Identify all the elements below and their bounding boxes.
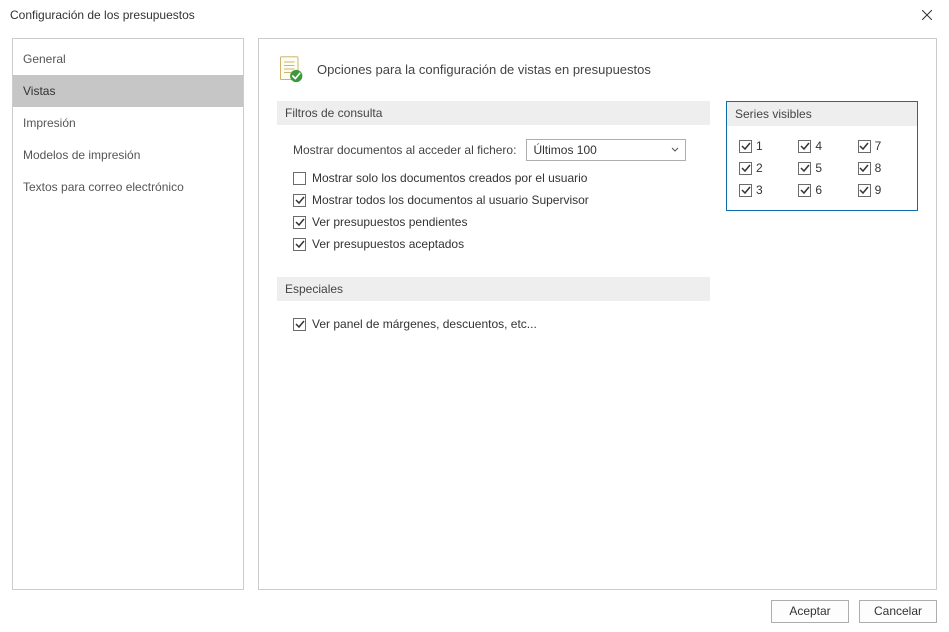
filter-check-3[interactable]: Ver presupuestos aceptados — [277, 233, 710, 255]
sidebar-item-impresion[interactable]: Impresión — [13, 107, 243, 139]
series-check-1[interactable]: 1 — [739, 136, 786, 156]
checkbox[interactable] — [858, 184, 871, 197]
sidebar-item-label: Textos para correo electrónico — [23, 180, 184, 194]
show-docs-row: Mostrar documentos al acceder al fichero… — [277, 137, 710, 167]
titlebar: Configuración de los presupuestos — [0, 0, 949, 30]
checkbox[interactable] — [739, 184, 752, 197]
series-grid: 1 4 7 2 5 — [727, 136, 917, 200]
checkbox[interactable] — [739, 162, 752, 175]
sidebar-item-label: Modelos de impresión — [23, 148, 140, 162]
section-filtros: Filtros de consulta — [277, 101, 710, 125]
checkbox[interactable] — [798, 140, 811, 153]
content-header: Opciones para la configuración de vistas… — [277, 51, 918, 83]
sidebar-item-label: Impresión — [23, 116, 76, 130]
checkbox[interactable] — [798, 162, 811, 175]
series-check-9[interactable]: 9 — [858, 180, 905, 200]
checkbox-label: Ver panel de márgenes, descuentos, etc..… — [312, 315, 537, 333]
show-docs-select[interactable]: Últimos 100 — [526, 139, 686, 161]
dialog-body: General Vistas Impresión Modelos de impr… — [0, 30, 949, 590]
checkbox-label: Mostrar solo los documentos creados por … — [312, 169, 587, 187]
button-label: Cancelar — [874, 604, 922, 618]
button-label: Aceptar — [789, 604, 830, 618]
checkbox[interactable] — [293, 172, 306, 185]
series-label: 6 — [815, 183, 822, 197]
document-settings-icon — [277, 55, 305, 83]
series-label: 1 — [756, 139, 763, 153]
series-check-8[interactable]: 8 — [858, 158, 905, 178]
sidebar-item-general[interactable]: General — [13, 43, 243, 75]
series-check-4[interactable]: 4 — [798, 136, 845, 156]
checkbox[interactable] — [858, 140, 871, 153]
series-panel: Series visibles 1 4 7 — [726, 101, 918, 211]
accept-button[interactable]: Aceptar — [771, 600, 849, 623]
series-label: 9 — [875, 183, 882, 197]
close-icon — [922, 10, 932, 20]
series-label: 8 — [875, 161, 882, 175]
sidebar-item-label: General — [23, 52, 66, 66]
content-left: Filtros de consulta Mostrar documentos a… — [277, 101, 710, 335]
checkbox[interactable] — [798, 184, 811, 197]
filter-check-2[interactable]: Ver presupuestos pendientes — [277, 211, 710, 233]
sidebar: General Vistas Impresión Modelos de impr… — [12, 38, 244, 590]
sidebar-item-label: Vistas — [23, 84, 55, 98]
especiales-check-0[interactable]: Ver panel de márgenes, descuentos, etc..… — [277, 313, 710, 335]
chevron-down-icon — [671, 146, 679, 154]
checkbox[interactable] — [293, 216, 306, 229]
series-check-3[interactable]: 3 — [739, 180, 786, 200]
dialog-footer: Aceptar Cancelar — [0, 590, 949, 632]
checkbox[interactable] — [858, 162, 871, 175]
section-series: Series visibles — [727, 102, 917, 126]
show-docs-value: Últimos 100 — [533, 143, 671, 157]
checkbox[interactable] — [739, 140, 752, 153]
sidebar-item-textos-correo[interactable]: Textos para correo electrónico — [13, 171, 243, 203]
checkbox[interactable] — [293, 238, 306, 251]
filter-check-0[interactable]: Mostrar solo los documentos creados por … — [277, 167, 710, 189]
filter-check-1[interactable]: Mostrar todos los documentos al usuario … — [277, 189, 710, 211]
series-label: 5 — [815, 161, 822, 175]
checkbox-label: Ver presupuestos aceptados — [312, 235, 464, 253]
series-label: 4 — [815, 139, 822, 153]
series-label: 7 — [875, 139, 882, 153]
series-check-7[interactable]: 7 — [858, 136, 905, 156]
window-title: Configuración de los presupuestos — [10, 8, 195, 22]
sidebar-item-modelos[interactable]: Modelos de impresión — [13, 139, 243, 171]
show-docs-label: Mostrar documentos al acceder al fichero… — [293, 143, 516, 157]
close-button[interactable] — [904, 0, 949, 30]
series-check-6[interactable]: 6 — [798, 180, 845, 200]
checkbox[interactable] — [293, 318, 306, 331]
content-heading: Opciones para la configuración de vistas… — [317, 62, 651, 77]
series-label: 2 — [756, 161, 763, 175]
cancel-button[interactable]: Cancelar — [859, 600, 937, 623]
section-especiales: Especiales — [277, 277, 710, 301]
checkbox-label: Ver presupuestos pendientes — [312, 213, 467, 231]
series-check-5[interactable]: 5 — [798, 158, 845, 178]
checkbox[interactable] — [293, 194, 306, 207]
checkbox-label: Mostrar todos los documentos al usuario … — [312, 191, 589, 209]
content-panel: Opciones para la configuración de vistas… — [258, 38, 937, 590]
series-label: 3 — [756, 183, 763, 197]
content-main: Filtros de consulta Mostrar documentos a… — [277, 101, 918, 335]
series-check-2[interactable]: 2 — [739, 158, 786, 178]
sidebar-item-vistas[interactable]: Vistas — [13, 75, 243, 107]
